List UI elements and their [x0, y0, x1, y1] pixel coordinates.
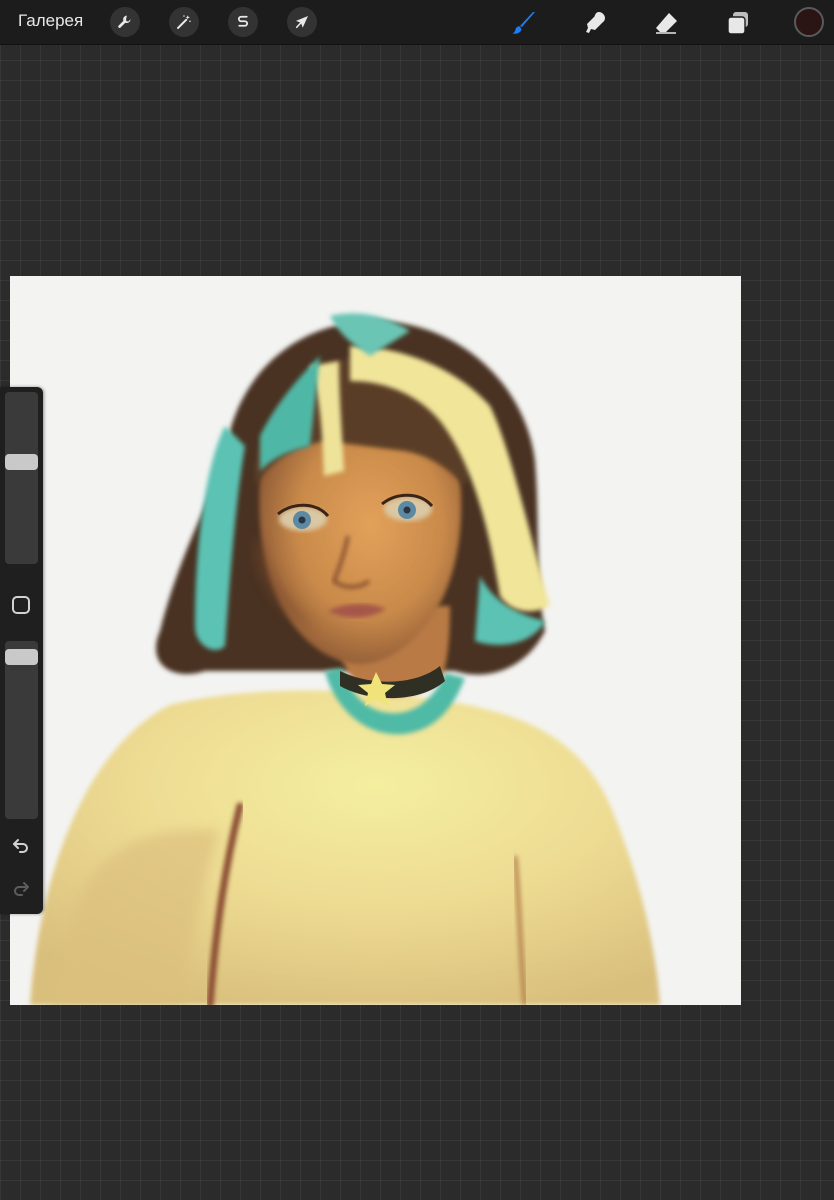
- eraser-icon: [656, 13, 677, 34]
- brush-size-slider[interactable]: [5, 392, 38, 564]
- adjustments-button[interactable]: [169, 7, 199, 37]
- smudge-button[interactable]: [580, 8, 610, 38]
- undo-icon: [13, 839, 28, 853]
- drawing-canvas[interactable]: [10, 276, 741, 1005]
- brush-sidebar: [0, 387, 43, 914]
- color-picker-button[interactable]: [794, 7, 824, 37]
- brush-size-slider-handle[interactable]: [5, 454, 38, 470]
- undo-button[interactable]: [10, 834, 32, 856]
- top-toolbar: Галерея: [0, 0, 834, 45]
- selection-button[interactable]: [228, 7, 258, 37]
- erase-button[interactable]: [651, 8, 681, 38]
- smudge-finger-icon: [586, 12, 605, 33]
- actions-button[interactable]: [110, 7, 140, 37]
- paint-button[interactable]: [509, 8, 539, 38]
- gallery-button[interactable]: Галерея: [18, 11, 83, 31]
- opacity-slider-handle[interactable]: [5, 649, 38, 665]
- wrench-icon: [118, 15, 131, 28]
- layers-button[interactable]: [723, 8, 753, 38]
- square-modify-icon[interactable]: [12, 596, 30, 614]
- opacity-slider[interactable]: [5, 641, 38, 819]
- redo-button[interactable]: [10, 877, 32, 899]
- arrow-cursor-icon: [295, 16, 308, 29]
- selection-s-icon: [238, 15, 248, 27]
- magic-wand-icon: [177, 15, 191, 29]
- transform-button[interactable]: [287, 7, 317, 37]
- portrait-artwork: [30, 313, 660, 1005]
- redo-icon: [14, 882, 29, 896]
- layers-icon: [727, 12, 748, 35]
- brush-icon: [512, 12, 535, 34]
